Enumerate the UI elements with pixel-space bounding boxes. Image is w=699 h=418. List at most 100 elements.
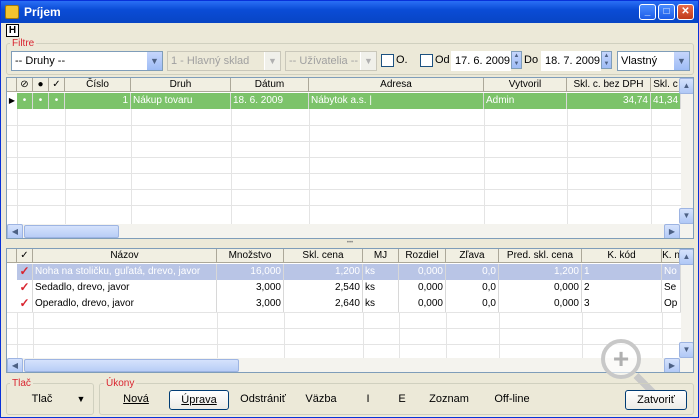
- table-row[interactable]: ✓ Sedadlo, drevo, javor 3,000 2,540 ks 0…: [17, 280, 681, 296]
- col-attach-header[interactable]: ⊘: [17, 78, 33, 92]
- table-row[interactable]: ✓ Noha na stoličku, guľatá, drevo, javor…: [17, 264, 681, 280]
- row-indicator-header: [7, 78, 17, 92]
- chevron-down-icon[interactable]: ▼: [146, 52, 162, 70]
- scroll-thumb[interactable]: [24, 225, 119, 238]
- sklad-select: 1 - Hlavný sklad ▼: [167, 51, 281, 71]
- do-date-value: 18. 7. 2009: [545, 55, 601, 67]
- lower-horizontal-scrollbar[interactable]: ◀ ▶: [7, 358, 693, 372]
- minimize-button[interactable]: _: [639, 4, 656, 20]
- cell-kod: 3: [582, 296, 662, 312]
- period-value: Vlastný: [621, 55, 658, 67]
- col-zlava-header[interactable]: Zľava: [446, 249, 499, 263]
- col-datum-header[interactable]: Dátum: [231, 78, 309, 92]
- cell-pred: 0,000: [499, 296, 582, 312]
- druhy-select[interactable]: -- Druhy -- ▼: [11, 51, 163, 71]
- new-button[interactable]: Nová: [116, 390, 156, 410]
- close-window-button[interactable]: Zatvoriť: [625, 390, 687, 410]
- col-note-header[interactable]: ●: [33, 78, 49, 92]
- cell-bez-dph: 34,74: [567, 93, 651, 109]
- col-druh-header[interactable]: Druh: [131, 78, 231, 92]
- sklad-value: 1 - Hlavný sklad: [171, 55, 250, 67]
- upper-horizontal-scrollbar[interactable]: ◀ ▶: [7, 224, 693, 238]
- cell-bullet: •: [17, 93, 33, 109]
- cell-kod: 1: [582, 264, 662, 280]
- col-mnozstvo-header[interactable]: Množstvo: [217, 249, 284, 263]
- cell-nazov: Sedadlo, drevo, javor: [33, 280, 217, 296]
- col-bez-dph-header[interactable]: Skl. c. bez DPH: [567, 78, 651, 92]
- col-vytvoril-header[interactable]: Vytvoril: [484, 78, 567, 92]
- cell-druh: Nákup tovaru: [131, 93, 231, 109]
- actions-label: Úkony: [104, 378, 137, 389]
- cell-zlava: 0,0: [446, 264, 499, 280]
- title-bar[interactable]: Príjem _ □ ✕: [1, 1, 698, 23]
- col-adresa-header[interactable]: Adresa: [309, 78, 484, 92]
- cell-adresa: Nábytok a.s. |: [309, 93, 484, 109]
- col-kod-header[interactable]: K. kód: [582, 249, 662, 263]
- uzivatelia-value: -- Užívatelia --: [289, 55, 359, 67]
- note-icon: ●: [37, 79, 44, 90]
- cell-mj: ks: [363, 296, 399, 312]
- period-select[interactable]: Vlastný ▼: [617, 51, 690, 71]
- upper-vertical-scrollbar[interactable]: ▲ ▼: [679, 78, 693, 224]
- od-date-value: 17. 6. 2009: [455, 55, 511, 67]
- col-pred-header[interactable]: Pred. skl. cena: [499, 249, 582, 263]
- col-check-header[interactable]: ✓: [49, 78, 65, 92]
- od-checkbox[interactable]: [420, 54, 433, 67]
- chevron-down-icon: ▼: [360, 52, 376, 70]
- documents-table[interactable]: ⊘ ● ✓ Číslo Druh Dátum Adresa Vytvoril S…: [6, 77, 694, 239]
- cell-datum: 18. 6. 2009: [231, 93, 309, 109]
- list-button[interactable]: Zoznam: [423, 390, 475, 410]
- cell-kod: 2: [582, 280, 662, 296]
- col-skl-cena-header[interactable]: Skl. cena: [284, 249, 363, 263]
- scroll-down-icon[interactable]: ▼: [679, 342, 693, 358]
- col-cislo-header[interactable]: Číslo: [65, 78, 131, 92]
- items-table[interactable]: ✓ Názov Množstvo Skl. cena MJ Rozdiel Zľ…: [6, 248, 694, 373]
- o-checkbox[interactable]: [381, 54, 394, 67]
- check-icon: ✓: [17, 296, 33, 312]
- table-row[interactable]: • • • 1 Nákup tovaru 18. 6. 2009 Nábytok…: [17, 93, 681, 109]
- splitter-handle[interactable]: •••: [344, 240, 356, 246]
- scroll-right-icon[interactable]: ▶: [664, 358, 680, 372]
- cell-zlava: 0,0: [446, 280, 499, 296]
- cell-zlava: 0,0: [446, 296, 499, 312]
- scroll-down-icon[interactable]: ▼: [679, 208, 693, 224]
- scroll-up-icon[interactable]: ▲: [679, 78, 693, 94]
- close-button[interactable]: ✕: [677, 4, 694, 20]
- cell-kn: Se: [662, 280, 681, 296]
- od-date-field[interactable]: 17. 6. 2009: [451, 51, 511, 71]
- edit-button[interactable]: Úprava: [169, 390, 229, 410]
- link-button[interactable]: Väzba: [299, 390, 343, 410]
- scroll-left-icon[interactable]: ◀: [7, 224, 23, 238]
- row-indicator-header: [7, 249, 17, 263]
- scroll-left-icon[interactable]: ◀: [7, 358, 23, 372]
- cell-mj: ks: [363, 280, 399, 296]
- scroll-up-icon[interactable]: ▲: [679, 249, 693, 265]
- col-mj-header[interactable]: MJ: [363, 249, 399, 263]
- check-icon: ✓: [17, 264, 33, 280]
- do-date-spinner[interactable]: ▲ ▼: [601, 51, 612, 69]
- col-rozdiel-header[interactable]: Rozdiel: [399, 249, 446, 263]
- scroll-right-icon[interactable]: ▶: [664, 224, 680, 238]
- lower-vertical-scrollbar[interactable]: ▲ ▼: [679, 249, 693, 358]
- print-dropdown-icon[interactable]: ▼: [73, 390, 89, 410]
- print-button[interactable]: Tlač: [13, 390, 71, 410]
- col-check-header[interactable]: ✓: [17, 249, 33, 263]
- do-date-field[interactable]: 18. 7. 2009: [541, 51, 601, 71]
- cell-bullet: •: [49, 93, 65, 109]
- col-nazov-header[interactable]: Názov: [33, 249, 217, 263]
- table-row[interactable]: ✓ Operadlo, drevo, javor 3,000 2,640 ks …: [17, 296, 681, 312]
- delete-button[interactable]: Odstrániť: [233, 390, 293, 410]
- cell-mnozstvo: 16,000: [217, 264, 284, 280]
- maximize-button[interactable]: □: [658, 4, 675, 20]
- cell-skl-cena: 1,200: [284, 264, 363, 280]
- scroll-thumb[interactable]: [24, 359, 239, 372]
- print-label: Tlač: [10, 378, 33, 389]
- offline-button[interactable]: Off-line: [489, 390, 535, 410]
- chevron-down-icon[interactable]: ▼: [673, 52, 689, 70]
- h-button[interactable]: H: [6, 24, 19, 37]
- od-date-spinner[interactable]: ▲ ▼: [511, 51, 522, 69]
- window-title: Príjem: [24, 5, 61, 19]
- col-skl-c-header[interactable]: Skl. c: [651, 78, 681, 92]
- i-button[interactable]: I: [359, 390, 377, 410]
- e-button[interactable]: E: [393, 390, 411, 410]
